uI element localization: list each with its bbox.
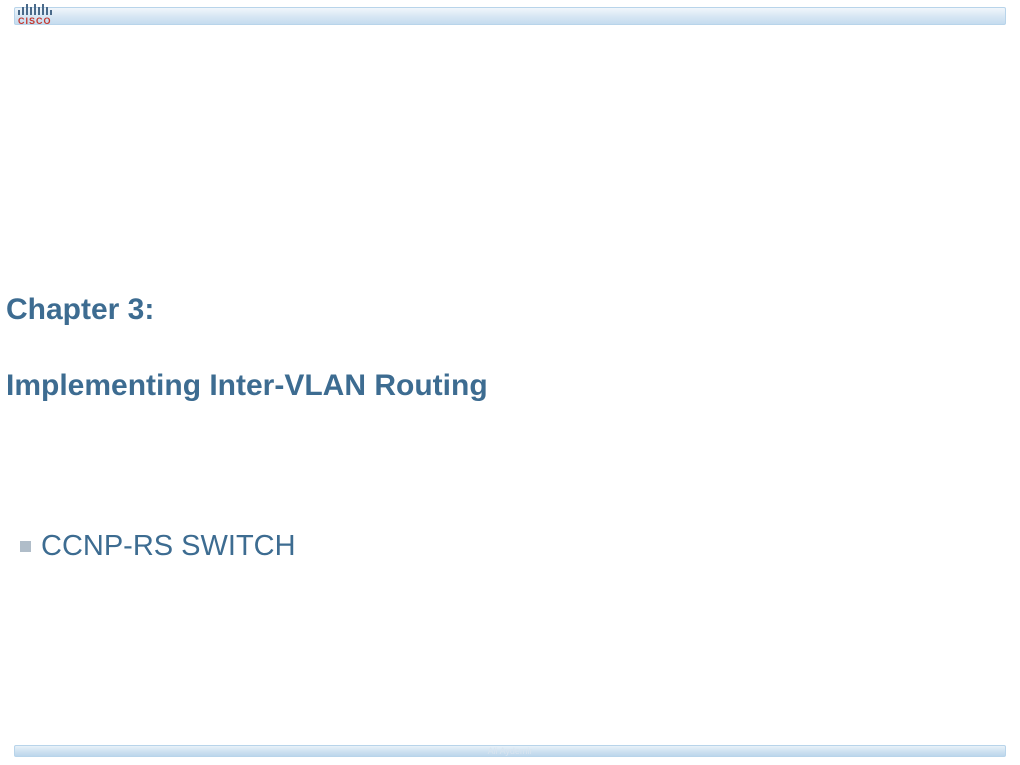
chapter-label: Chapter 3: (6, 293, 154, 327)
bullet-item: CCNP-RS SWITCH (20, 530, 296, 563)
cisco-logo-bars (18, 4, 52, 15)
cisco-logo-text: CISCO (18, 16, 52, 26)
cisco-logo: CISCO (18, 4, 52, 26)
footer-text: Ali Aydemir (488, 746, 533, 756)
footer-bar: Ali Aydemir (14, 745, 1006, 757)
slide-title: Implementing Inter-VLAN Routing (6, 369, 488, 403)
bullet-square-icon (20, 541, 31, 552)
header-bar (14, 7, 1006, 25)
bullet-text: CCNP-RS SWITCH (41, 530, 296, 563)
